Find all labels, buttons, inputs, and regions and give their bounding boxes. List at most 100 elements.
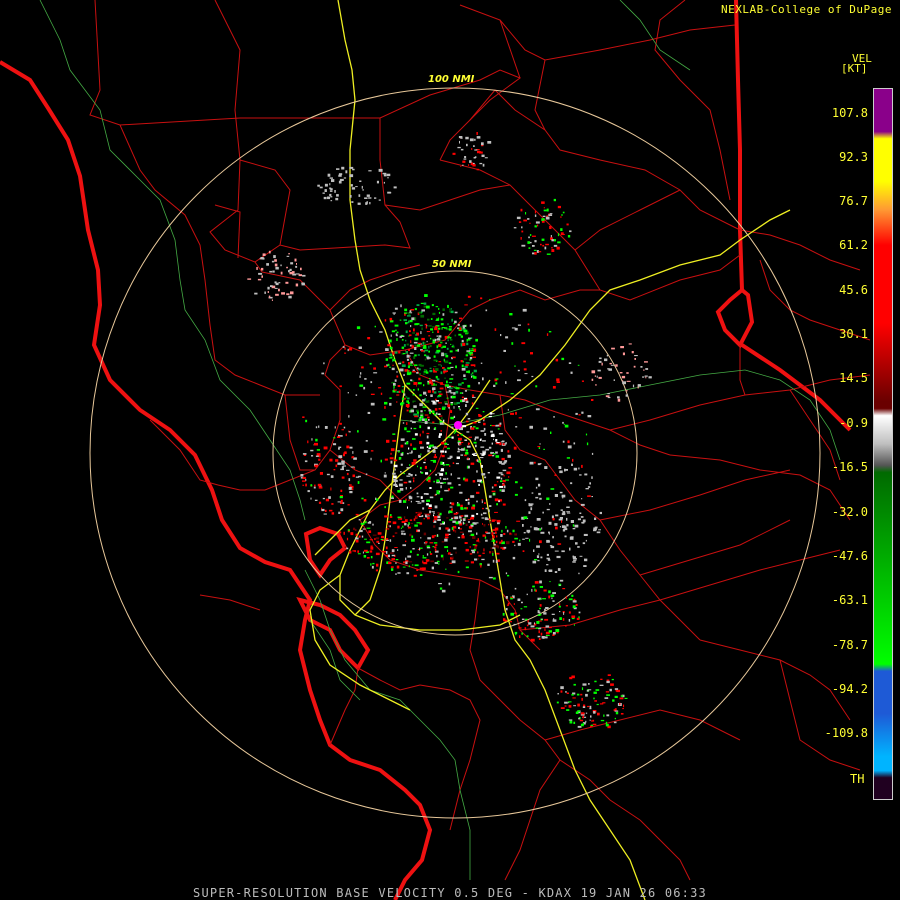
echo-gate — [450, 402, 454, 404]
echo-gate — [514, 544, 516, 547]
echo-gate — [273, 255, 276, 259]
echo-gate — [414, 354, 417, 357]
echo-gate — [472, 480, 476, 483]
echo-gate — [487, 472, 490, 474]
echo-gate — [295, 265, 298, 268]
echo-gate — [344, 347, 346, 350]
echo-gate — [375, 537, 380, 540]
echo-gate — [339, 178, 344, 181]
echo-gate — [425, 472, 429, 475]
echo-gate — [436, 560, 440, 563]
echo-gate — [429, 496, 434, 499]
echo-gate — [458, 406, 460, 408]
echo-gate — [453, 345, 455, 349]
echo-gate — [438, 527, 441, 530]
echo-gate — [552, 600, 555, 602]
echo-gate — [530, 352, 533, 355]
echo-gate — [393, 389, 397, 391]
echo-gate — [418, 513, 420, 517]
echo-gate — [560, 509, 563, 511]
echo-gate — [414, 347, 417, 350]
echo-gate — [489, 299, 491, 301]
echo-gate — [538, 251, 542, 253]
echo-gate — [625, 390, 628, 392]
echo-gate — [278, 288, 280, 292]
echo-gate — [422, 399, 425, 402]
echo-gate — [394, 379, 397, 382]
echo-gate — [451, 346, 454, 348]
echo-gate — [539, 598, 541, 601]
echo-gate — [458, 437, 462, 441]
echo-gate — [595, 689, 600, 691]
echo-gate — [477, 479, 481, 482]
echo-gate — [495, 382, 498, 385]
echo-gate — [400, 463, 403, 466]
echo-gate — [437, 327, 441, 330]
echo-gate — [543, 448, 545, 450]
echo-gate — [440, 554, 444, 558]
echo-gate — [451, 502, 455, 506]
echo-gate — [423, 461, 426, 464]
echo-gate — [426, 331, 431, 333]
echo-gate — [468, 530, 472, 533]
echo-gate — [581, 464, 583, 468]
echo-gate — [589, 705, 592, 709]
echo-gate — [568, 619, 571, 622]
echo-gate — [402, 361, 405, 364]
echo-gate — [392, 535, 395, 538]
echo-gate — [464, 156, 467, 159]
echo-gate — [413, 341, 418, 344]
echo-gate — [333, 437, 336, 439]
echo-gate — [595, 384, 597, 386]
echo-gate — [465, 566, 469, 569]
echo-gate — [432, 390, 435, 393]
echo-gate — [460, 519, 463, 522]
echo-gate — [436, 345, 439, 349]
echo-gate — [585, 539, 587, 542]
echo-gate — [490, 424, 492, 426]
echo-gate — [529, 461, 534, 465]
echo-gate — [417, 342, 421, 345]
echo-gate — [468, 521, 470, 523]
echo-gate — [527, 218, 530, 220]
echo-gate — [408, 495, 412, 499]
echo-gate — [416, 522, 421, 524]
echo-gate — [381, 535, 384, 539]
echo-gate — [587, 705, 590, 708]
echo-gate — [268, 295, 271, 299]
echo-gate — [450, 392, 453, 394]
echo-gate — [433, 480, 435, 483]
echo-gate — [501, 489, 505, 492]
echo-gate — [450, 308, 452, 310]
echo-gate — [561, 494, 566, 498]
echo-gate — [400, 530, 405, 532]
echo-gate — [398, 390, 401, 393]
echo-gate — [384, 365, 387, 368]
echo-gate — [419, 574, 423, 576]
echo-gate — [423, 532, 427, 536]
echo-gate — [444, 446, 447, 448]
echo-gate — [360, 522, 365, 525]
echo-gate — [393, 475, 397, 479]
echo-gate — [605, 721, 608, 725]
echo-gate — [517, 369, 520, 372]
echo-gate — [432, 520, 434, 522]
echo-gate — [398, 351, 401, 354]
echo-gate — [538, 553, 540, 555]
echo-gate — [463, 329, 468, 333]
echo-gate — [403, 481, 408, 484]
echo-gate — [507, 574, 510, 577]
echo-gate — [597, 712, 600, 716]
echo-gate — [473, 454, 477, 456]
echo-gate — [426, 446, 428, 448]
echo-gate — [262, 257, 265, 260]
echo-gate — [543, 612, 547, 615]
echo-gate — [416, 496, 420, 498]
echo-gate — [454, 530, 457, 533]
echo-gate — [307, 440, 309, 444]
echo-gate — [450, 338, 453, 341]
echo-gate — [528, 328, 530, 332]
echo-gate — [375, 569, 378, 572]
echo-gate — [416, 372, 419, 374]
echo-gate — [401, 364, 406, 367]
